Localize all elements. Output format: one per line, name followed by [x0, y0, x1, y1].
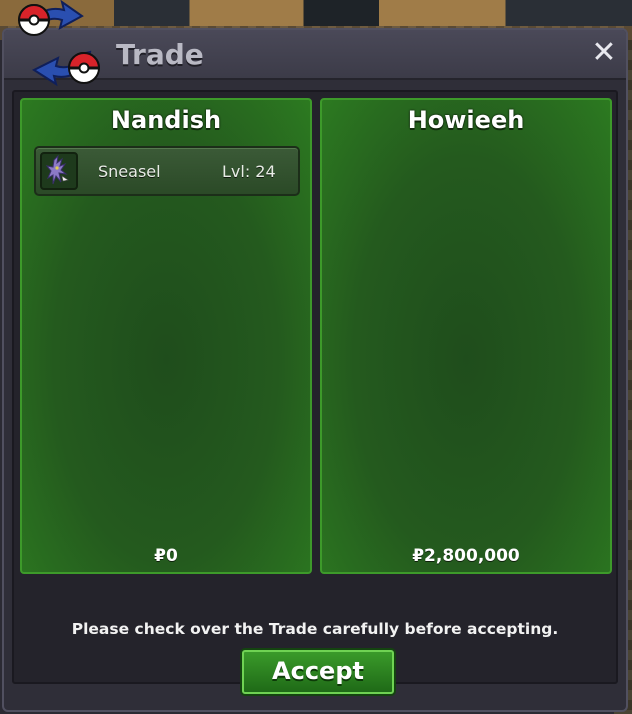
- trade-content: Nandish Sneasel Lvl: 24 ₽0 Howieeh ₽2,80…: [12, 90, 618, 694]
- player-offer-panel-howieeh: Howieeh ₽2,800,000: [320, 98, 612, 574]
- close-button[interactable]: ✕: [590, 38, 618, 68]
- accept-button[interactable]: Accept: [242, 650, 394, 694]
- trade-swap-pokeball-icon: [17, 0, 101, 87]
- offered-money: ₽2,800,000: [412, 546, 520, 566]
- sneasel-sprite-icon: [40, 152, 78, 190]
- pokemon-level: Lvl: 24: [222, 162, 276, 181]
- player-offer-panel-nandish: Nandish Sneasel Lvl: 24 ₽0: [20, 98, 312, 574]
- trade-window: Trade ✕ Nandish Sneasel Lvl: 24 ₽0 Howie…: [2, 28, 628, 712]
- window-title: Trade: [116, 38, 204, 71]
- offered-money: ₽0: [154, 546, 178, 566]
- trade-notice: Please check over the Trade carefully be…: [71, 620, 559, 638]
- offered-pokemon-slot[interactable]: Sneasel Lvl: 24: [34, 146, 300, 196]
- player-name: Howieeh: [407, 106, 525, 134]
- player-name: Nandish: [110, 106, 222, 134]
- pokemon-name: Sneasel: [98, 162, 161, 181]
